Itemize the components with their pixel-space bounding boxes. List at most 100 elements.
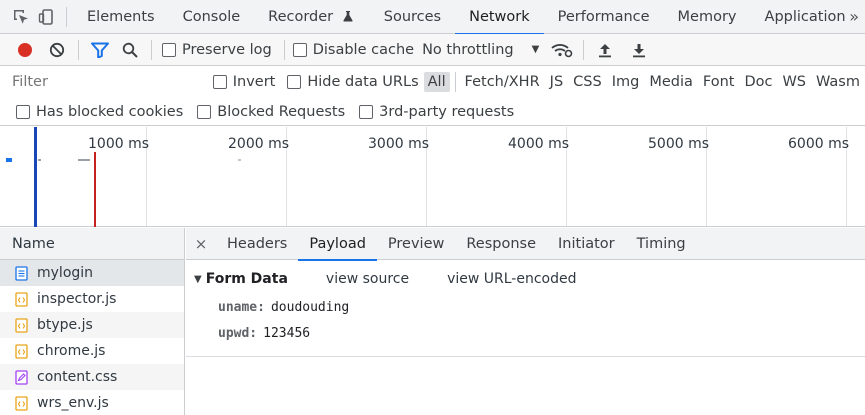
request-row[interactable]: btype.js <box>0 312 184 338</box>
tick-label-4000: 4000 ms <box>508 136 570 152</box>
blocked-requests-label: Blocked Requests <box>217 103 346 120</box>
script-icon <box>14 343 28 359</box>
form-field-value: 123456 <box>263 325 311 341</box>
blocked-requests-checkbox[interactable]: Blocked Requests <box>197 104 345 120</box>
type-filter-all[interactable]: All <box>423 72 450 92</box>
filter-toggle-button[interactable] <box>87 37 113 63</box>
export-har-button[interactable] <box>626 37 652 63</box>
inspect-element-icon[interactable] <box>8 4 34 30</box>
blocked-cookies-checkbox[interactable]: Has blocked cookies <box>16 104 183 120</box>
load-event-marker <box>94 152 96 227</box>
tab-recorder[interactable]: Recorder <box>254 0 368 34</box>
request-row[interactable]: inspector.js <box>0 286 184 312</box>
type-filter-js[interactable]: JS <box>546 72 567 92</box>
disable-cache-label: Disable cache <box>312 41 415 58</box>
network-toolbar: Preserve log Disable cache No throttling… <box>0 34 865 66</box>
tab-memory[interactable]: Memory <box>664 0 751 34</box>
request-bar <box>38 159 41 161</box>
hide-data-urls-label: Hide data URLs <box>307 74 419 90</box>
type-filter-font[interactable]: Font <box>699 72 739 92</box>
form-field-key: uname: <box>218 299 265 315</box>
stylesheet-icon <box>14 369 28 385</box>
toolbar-separator <box>151 39 152 60</box>
toolbar-separator <box>283 39 285 60</box>
form-data-title: Form Data <box>205 271 288 287</box>
toolbar-separator <box>583 39 585 60</box>
request-bar <box>238 159 241 161</box>
filter-input[interactable] <box>8 70 197 94</box>
tick-label-2000: 2000 ms <box>228 136 290 152</box>
tab-elements[interactable]: Elements <box>73 0 169 34</box>
type-filter-wasm[interactable]: Wasm <box>812 72 864 92</box>
tab-network[interactable]: Network <box>455 0 544 35</box>
form-field-row: upwd: 123456 <box>186 320 865 346</box>
preserve-log-label: Preserve log <box>182 41 272 58</box>
tick-label-3000: 3000 ms <box>368 136 430 152</box>
disable-cache-box[interactable] <box>292 42 307 57</box>
search-button[interactable] <box>117 37 143 63</box>
request-row[interactable]: mylogin <box>0 260 184 286</box>
invert-label: Invert <box>232 74 276 90</box>
type-filter-ws[interactable]: WS <box>778 72 810 92</box>
form-field-row: uname: doudouding <box>186 294 865 320</box>
request-row[interactable]: content.css <box>0 364 184 390</box>
import-har-button[interactable] <box>592 37 618 63</box>
device-toolbar-icon[interactable] <box>34 4 60 30</box>
type-filter-doc[interactable]: Doc <box>740 72 776 92</box>
request-row[interactable]: chrome.js <box>0 338 184 364</box>
third-party-requests-checkbox[interactable]: 3rd-party requests <box>359 104 514 120</box>
record-button[interactable] <box>12 37 38 63</box>
disable-cache-checkbox[interactable]: Disable cache <box>292 41 415 58</box>
network-conditions-button[interactable] <box>549 37 575 63</box>
request-name: content.css <box>37 369 118 385</box>
tab-timing[interactable]: Timing <box>626 228 697 260</box>
triangle-down-icon: ▼ <box>194 273 202 285</box>
record-icon <box>18 42 32 57</box>
preserve-log-box[interactable] <box>162 42 176 57</box>
form-field-key: upwd: <box>218 325 258 341</box>
tab-performance[interactable]: Performance <box>544 0 664 34</box>
form-data-section-header[interactable]: ▼ Form Data view source view URL-encoded <box>186 264 865 294</box>
tab-headers[interactable]: Headers <box>216 228 298 260</box>
toolbar-separator <box>454 72 456 92</box>
wifi-settings-icon <box>551 43 573 57</box>
type-filter-css[interactable]: CSS <box>569 72 606 92</box>
close-icon[interactable]: × <box>186 235 216 253</box>
more-tabs-button[interactable]: » <box>849 0 859 34</box>
tab-response[interactable]: Response <box>455 228 547 260</box>
toolbar-separator <box>78 39 79 60</box>
tab-preview[interactable]: Preview <box>377 228 455 260</box>
filter-icon <box>91 42 109 58</box>
tab-sources[interactable]: Sources <box>370 0 455 34</box>
blocked-cookies-box[interactable] <box>16 104 30 119</box>
third-party-requests-box[interactable] <box>359 104 374 119</box>
blocked-requests-box[interactable] <box>197 104 212 119</box>
dom-content-loaded-marker <box>34 127 37 227</box>
tab-payload[interactable]: Payload <box>298 228 377 261</box>
form-field-value: doudouding <box>270 299 350 315</box>
toolbar-separator <box>66 6 67 27</box>
invert-box[interactable] <box>212 75 227 89</box>
preserve-log-checkbox[interactable]: Preserve log <box>162 42 272 58</box>
type-filter-fetch-xhr[interactable]: Fetch/XHR <box>461 72 544 92</box>
tab-initiator[interactable]: Initiator <box>547 228 626 260</box>
view-url-encoded-link[interactable]: view URL-encoded <box>447 271 576 287</box>
tab-recorder-label: Recorder <box>268 8 334 25</box>
invert-checkbox[interactable]: Invert <box>212 74 276 90</box>
detail-tab-bar: × Headers Payload Preview Response Initi… <box>186 228 865 261</box>
tab-console[interactable]: Console <box>169 0 255 34</box>
name-column-header[interactable]: Name <box>0 228 184 260</box>
request-row[interactable]: wrs_env.js <box>0 390 184 415</box>
clear-button[interactable] <box>44 37 70 63</box>
tab-application[interactable]: Application <box>751 0 860 34</box>
search-icon <box>122 42 138 58</box>
throttling-select[interactable]: No throttling ▼ <box>422 42 539 58</box>
hide-data-urls-checkbox[interactable]: Hide data URLs <box>287 74 419 90</box>
network-overview-timeline[interactable]: 1000 ms 2000 ms 3000 ms 4000 ms 5000 ms … <box>0 127 865 227</box>
third-party-requests-label: 3rd-party requests <box>379 103 515 120</box>
type-filter-media[interactable]: Media <box>645 72 697 92</box>
view-source-link[interactable]: view source <box>326 271 409 287</box>
type-filter-img[interactable]: Img <box>608 72 644 92</box>
hide-data-urls-box[interactable] <box>287 75 302 89</box>
tick-label-1000: 1000 ms <box>88 136 150 152</box>
